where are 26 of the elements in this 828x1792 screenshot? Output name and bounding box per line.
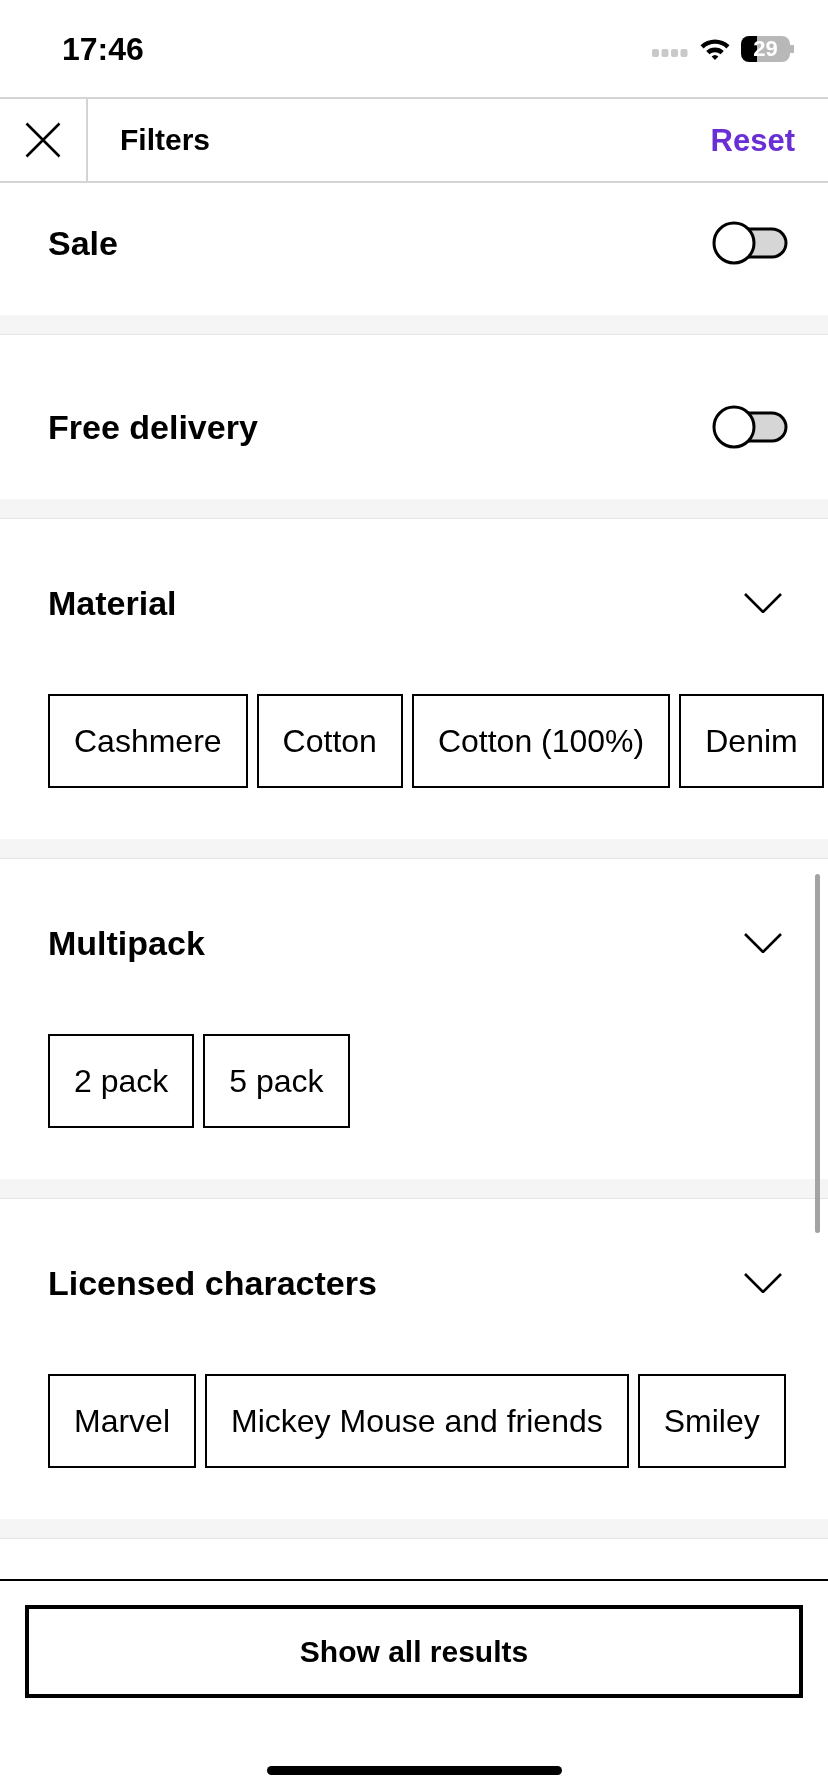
filter-chip[interactable]: Cotton <box>256 694 403 788</box>
section-title: Licensed characters <box>48 1266 377 1300</box>
cellular-signal-icon <box>652 48 688 57</box>
section-title: Material <box>48 586 177 620</box>
filter-chip[interactable]: Smiley <box>637 1374 786 1468</box>
chevron-down-icon[interactable] <box>744 933 782 953</box>
status-time: 17:46 <box>62 32 144 65</box>
filter-chip[interactable]: Cotton (100%) <box>411 694 671 788</box>
header-title: Filters <box>120 125 211 155</box>
chevron-down-icon[interactable] <box>744 1273 782 1293</box>
wifi-icon <box>699 37 731 60</box>
section-title: Sale <box>48 226 118 260</box>
section-title: Multipack <box>48 926 205 960</box>
reset-button[interactable]: Reset <box>710 124 795 156</box>
show-results-button[interactable]: Show all results <box>25 1605 803 1698</box>
filter-chip[interactable]: 2 pack <box>48 1034 195 1128</box>
close-icon <box>25 122 61 158</box>
filter-chip[interactable]: Marvel <box>48 1374 196 1468</box>
section-title: Free delivery <box>48 410 258 444</box>
chevron-down-icon[interactable] <box>744 593 782 613</box>
filter-chip[interactable]: Denim <box>679 694 824 788</box>
filter-chip[interactable]: Cashmere <box>48 694 248 788</box>
toggle-switch[interactable] <box>712 405 788 449</box>
toggle-switch[interactable] <box>712 221 788 265</box>
filter-chip[interactable]: Mickey Mouse and friends <box>205 1374 629 1468</box>
filter-chip[interactable]: 5 pack <box>203 1034 350 1128</box>
